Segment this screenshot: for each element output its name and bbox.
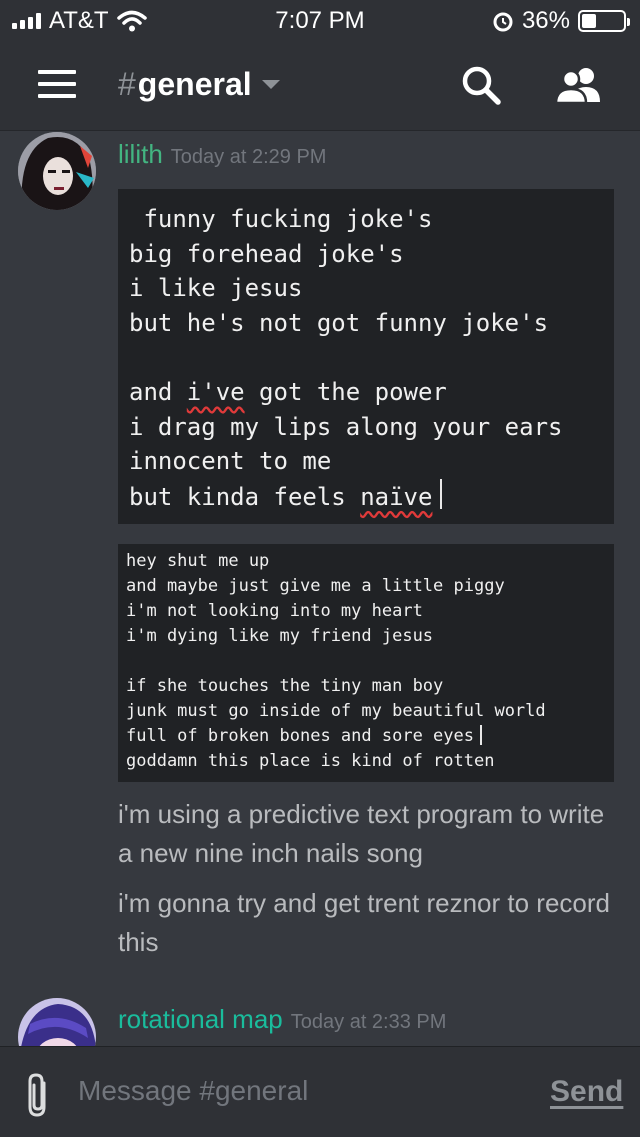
battery-percent: 36% bbox=[521, 7, 570, 34]
author-name[interactable]: lilith bbox=[118, 139, 163, 169]
misspelled-word: naïve bbox=[360, 482, 433, 511]
avatar[interactable] bbox=[18, 132, 96, 210]
channel-header: # general bbox=[0, 40, 640, 131]
code-text: but kinda feels bbox=[129, 482, 361, 511]
code-text: and bbox=[129, 377, 187, 406]
code-line: i like jesus bbox=[129, 274, 303, 303]
code-line: and maybe just give me a little piggy bbox=[126, 576, 505, 596]
channel-hash: # bbox=[118, 66, 136, 102]
search-icon[interactable] bbox=[460, 64, 502, 106]
code-text: got the power bbox=[244, 377, 447, 406]
status-right: 36% bbox=[492, 7, 630, 35]
send-button[interactable]: Send bbox=[550, 1075, 623, 1109]
paperclip-icon[interactable] bbox=[24, 1071, 54, 1121]
avatar[interactable] bbox=[18, 998, 96, 1046]
code-line-blank: ​ bbox=[126, 649, 614, 674]
code-line: but he's not got funny joke's bbox=[129, 308, 549, 337]
code-line: funny fucking joke's bbox=[129, 205, 433, 233]
timestamp: Today at 2:33 PM bbox=[290, 1011, 447, 1033]
text-cursor bbox=[480, 725, 482, 745]
menu-icon[interactable] bbox=[38, 70, 76, 100]
code-line: big forehead joke's bbox=[129, 239, 404, 268]
battery-fill bbox=[582, 14, 597, 28]
message-composer: Send bbox=[0, 1046, 640, 1137]
battery-icon bbox=[578, 10, 630, 32]
code-line: i drag my lips along your ears bbox=[129, 412, 563, 441]
timestamp: Today at 2:29 PM bbox=[170, 146, 327, 168]
channel-name: general bbox=[137, 66, 252, 102]
status-bar: AT&T 7:07 PM 36% bbox=[0, 0, 640, 40]
author-name[interactable]: rotational map bbox=[118, 1004, 283, 1034]
message-text: i'm gonna try and get trent reznor to re… bbox=[118, 888, 610, 957]
code-line: goddamn this place is kind of rotten bbox=[126, 751, 495, 771]
code-line: i'm not looking into my heart bbox=[126, 601, 423, 621]
code-line: innocent to me bbox=[129, 447, 332, 476]
channel-title[interactable]: # general bbox=[118, 66, 280, 103]
code-line: full of broken bones and sore eyes bbox=[126, 724, 614, 749]
members-icon[interactable] bbox=[554, 66, 602, 104]
message-text: i'm using a predictive text program to w… bbox=[118, 799, 605, 868]
code-line: i'm dying like my friend jesus bbox=[126, 626, 434, 646]
text-cursor bbox=[440, 478, 443, 509]
alarm-icon bbox=[493, 12, 513, 32]
code-text: full of broken bones and sore eyes bbox=[126, 726, 474, 746]
message-author-line: rotational map Today at 2:33 PM bbox=[118, 1004, 446, 1035]
message-author-line: lilith Today at 2:29 PM bbox=[118, 139, 326, 170]
code-line: hey shut me up bbox=[126, 551, 270, 571]
code-line: but kinda feels naïve bbox=[129, 478, 614, 515]
code-line: and i've got the power bbox=[129, 375, 614, 410]
message-input[interactable] bbox=[78, 1071, 518, 1111]
code-block: funny fucking joke's big forehead joke's i… bbox=[118, 189, 614, 524]
code-line-blank: ​ bbox=[129, 340, 614, 375]
code-line: junk must go inside of my beautiful worl… bbox=[126, 701, 546, 721]
misspelled-word: i've bbox=[186, 377, 245, 406]
message-list[interactable]: lilith Today at 2:29 PM funny fucking jok… bbox=[0, 131, 640, 1046]
chevron-down-icon bbox=[261, 80, 280, 89]
code-block: hey shut me up and maybe just give me a l… bbox=[118, 544, 614, 782]
code-line: if she touches the tiny man boy bbox=[126, 676, 444, 696]
